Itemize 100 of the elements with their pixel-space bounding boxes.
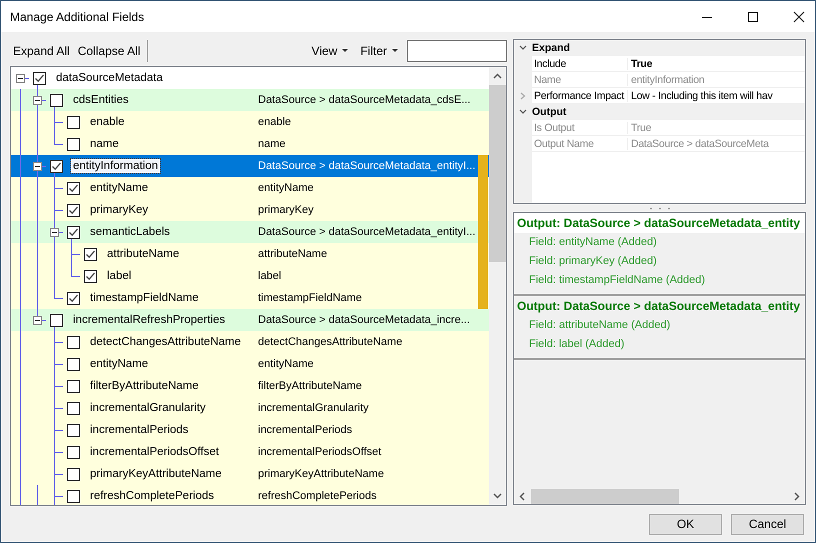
output-title: Output: DataSource > dataSourceMetadata_entity	[516, 298, 802, 315]
tree-row[interactable]: incrementalGranularity incrementalGranularity	[11, 397, 489, 419]
output-name: DataSource > dataSourceMetadata_incre...	[258, 314, 470, 326]
scroll-right-icon[interactable]	[794, 492, 800, 501]
checkbox[interactable]	[67, 204, 80, 216]
checkbox[interactable]	[67, 116, 80, 128]
checkbox[interactable]	[67, 468, 80, 480]
field-name: dataSourceMetadata	[55, 71, 164, 85]
tree-row[interactable]: incrementalRefreshProperties DataSource > dataSourceMetadata_incre...	[11, 309, 489, 331]
output-name: incrementalPeriodsOffset	[258, 446, 382, 458]
checkbox[interactable]	[67, 226, 80, 238]
vertical-scrollbar[interactable]	[489, 67, 506, 505]
category-label: Output	[532, 106, 566, 118]
checkbox[interactable]	[67, 292, 80, 304]
checkbox[interactable]	[67, 380, 80, 392]
scroll-up-icon[interactable]	[493, 73, 502, 79]
checkbox[interactable]	[67, 424, 80, 436]
tree-row[interactable]: timestampFieldName timestampFieldName	[11, 287, 489, 309]
output-name: incrementalPeriods	[258, 424, 352, 436]
output-title: Output: DataSource > dataSourceMetadata_entity	[514, 213, 805, 233]
collapse-icon[interactable]	[33, 96, 42, 104]
tree-row[interactable]: enable enable	[11, 111, 489, 133]
output-name: label	[258, 270, 282, 282]
checkbox[interactable]	[50, 94, 63, 106]
field-name: semanticLabels	[89, 225, 171, 239]
tree-row[interactable]: entityName entityName	[11, 177, 489, 199]
checkbox[interactable]	[67, 336, 80, 348]
tree-row[interactable]: label label	[11, 265, 489, 287]
output-name: name	[258, 138, 286, 150]
tree-row[interactable]: incrementalPeriods incrementalPeriods	[11, 419, 489, 441]
property-label: Is Output	[532, 122, 628, 134]
field-name: cdsEntities	[72, 93, 130, 107]
tree-row[interactable]: cdsEntities DataSource > dataSourceMetadata_cdsE...	[11, 89, 489, 111]
output-field: Field: label (Added)	[514, 335, 805, 354]
scroll-down-icon[interactable]	[493, 493, 502, 499]
caret-icon	[342, 49, 348, 53]
expand-all-button[interactable]: Expand All	[10, 42, 73, 60]
output-field: Field: primaryKey (Added)	[514, 252, 805, 271]
field-name: name	[89, 137, 120, 151]
output-name: detectChangesAttributeName	[258, 336, 402, 348]
tree-row[interactable]: refreshCompletePeriods refreshCompletePeriods	[11, 485, 489, 505]
field-name: label	[106, 269, 132, 283]
checkbox[interactable]	[50, 314, 63, 326]
cancel-button[interactable]: Cancel	[731, 514, 804, 534]
scroll-left-icon[interactable]	[519, 492, 525, 501]
checkbox[interactable]	[67, 358, 80, 370]
checkbox[interactable]	[84, 248, 97, 260]
property-label: Include	[532, 58, 628, 70]
tree-row[interactable]: primaryKeyAttributeName primaryKeyAttributeName	[11, 463, 489, 485]
tree-row[interactable]: name name	[11, 133, 489, 155]
field-name: entityInformation	[71, 159, 160, 173]
tree-row[interactable]: entityName entityName	[11, 353, 489, 375]
maximize-icon[interactable]	[747, 10, 759, 22]
checkbox[interactable]	[50, 160, 63, 172]
ok-button[interactable]: OK	[649, 514, 722, 534]
tree-row[interactable]: incrementalPeriodsOffset incrementalPeriodsOffset	[11, 441, 489, 463]
checkbox[interactable]	[67, 138, 80, 150]
property-value[interactable]: True	[628, 58, 805, 70]
close-icon[interactable]	[793, 10, 805, 22]
output-name: timestampFieldName	[258, 292, 362, 304]
output-name: filterByAttributeName	[258, 380, 362, 392]
view-dropdown[interactable]: View	[308, 42, 352, 60]
scrollbar-thumb[interactable]	[531, 489, 679, 504]
collapse-icon[interactable]	[16, 74, 25, 82]
output-name: DataSource > dataSourceMetadata_entityI...	[258, 226, 476, 238]
filter-dropdown[interactable]: Filter	[357, 42, 401, 60]
field-name: enable	[89, 115, 126, 129]
output-name: DataSource > dataSourceMetadata_cdsE...	[258, 94, 470, 106]
field-name: timestampFieldName	[89, 291, 200, 305]
checkbox[interactable]	[67, 446, 80, 458]
checkbox[interactable]	[67, 182, 80, 194]
tree-row[interactable]: detectChangesAttributeName detectChangesAttributeName	[11, 331, 489, 353]
collapse-icon[interactable]	[50, 228, 59, 236]
chevron-down-icon[interactable]	[519, 109, 527, 115]
output-name: primaryKey	[258, 204, 314, 216]
tree-row[interactable]: entityInformation DataSource > dataSourceMetadata_entityI...	[11, 155, 489, 177]
field-name: refreshCompletePeriods	[89, 489, 216, 503]
checkbox[interactable]	[67, 490, 80, 502]
collapse-all-button[interactable]: Collapse All	[74, 42, 144, 60]
field-name: incrementalGranularity	[89, 401, 207, 415]
chevron-down-icon[interactable]	[519, 45, 527, 51]
tree-row[interactable]: semanticLabels DataSource > dataSourceMetadata_entityI...	[11, 221, 489, 243]
checkbox[interactable]	[33, 72, 46, 84]
tree-row[interactable]: filterByAttributeName filterByAttributeName	[11, 375, 489, 397]
output-name: entityName	[258, 182, 314, 194]
field-name: incrementalPeriodsOffset	[89, 445, 220, 459]
field-name: entityName	[89, 181, 150, 195]
tree-row[interactable]: primaryKey primaryKey	[11, 199, 489, 221]
filter-field[interactable]	[407, 40, 507, 62]
property-value[interactable]: Low - Including this item will hav	[628, 90, 805, 102]
field-name: primaryKeyAttributeName	[89, 467, 223, 481]
scrollbar-thumb[interactable]	[489, 85, 506, 262]
tree-row[interactable]: attributeName attributeName	[11, 243, 489, 265]
property-label: Name	[532, 74, 628, 86]
collapse-icon[interactable]	[33, 162, 42, 170]
collapse-icon[interactable]	[33, 316, 42, 324]
category-label: Expand	[532, 42, 570, 54]
output-name: enable	[258, 116, 292, 128]
checkbox[interactable]	[84, 270, 97, 282]
checkbox[interactable]	[67, 402, 80, 414]
